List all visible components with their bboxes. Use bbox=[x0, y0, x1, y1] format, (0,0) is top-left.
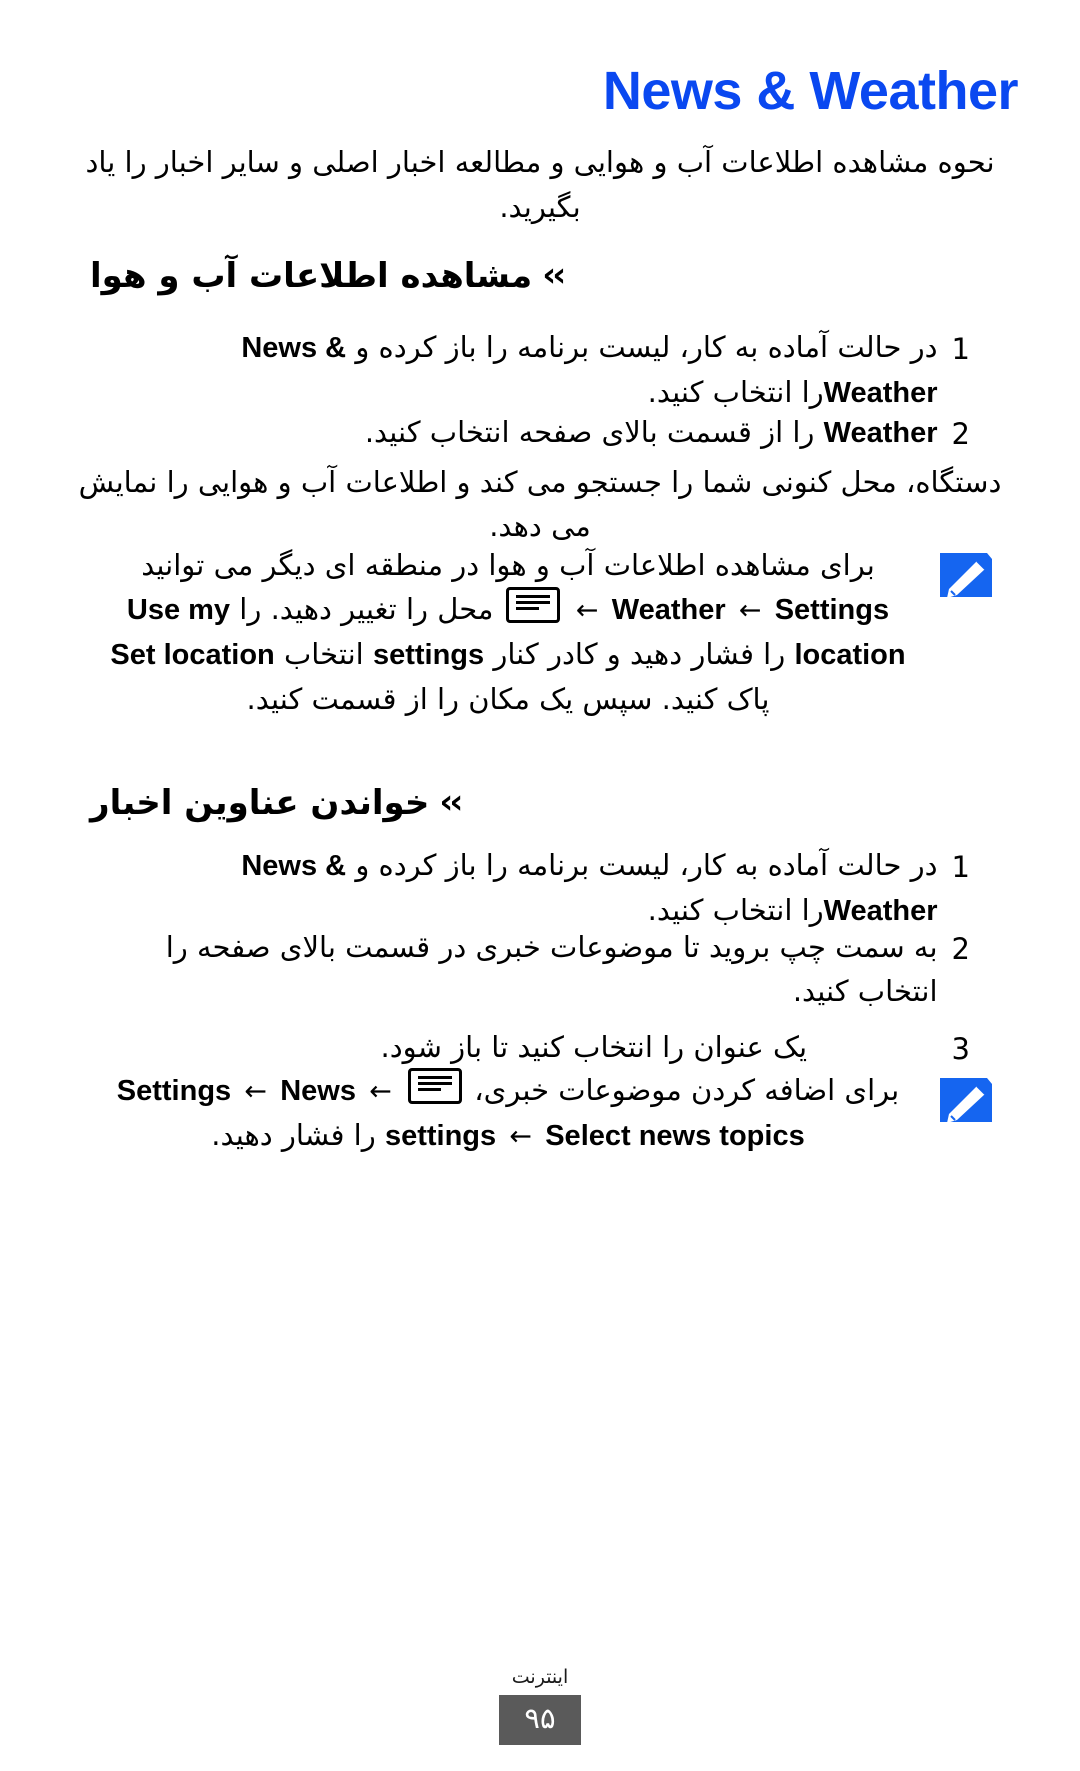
option-set-location: Set location bbox=[110, 639, 275, 672]
arrow-icon: ← bbox=[575, 595, 599, 627]
step-item: 1 در حالت آماده به کار، لیست برنامه را ب… bbox=[180, 843, 970, 933]
menu-item-settings: Settings bbox=[774, 594, 890, 627]
chevron-marker-icon: ›› bbox=[542, 255, 566, 295]
note-text-part: را bbox=[239, 592, 262, 627]
step-text: در حالت آماده به کار، لیست برنامه را باز… bbox=[180, 325, 938, 415]
page-footer: اینترنت ۹۵ bbox=[0, 1666, 1080, 1745]
note-text-part: انتخاب bbox=[283, 637, 364, 672]
page-number-badge: ۹۵ bbox=[499, 1695, 581, 1745]
note-text-part: محل را تغییر دهید. bbox=[270, 592, 494, 627]
section-heading-label: مشاهده اطلاعات آب و هوا bbox=[90, 256, 533, 296]
page-title: News & Weather bbox=[602, 61, 1019, 121]
step-number: 2 bbox=[951, 932, 970, 966]
note-text: برای اضافه کردن موضوعات خبری، ← Settings… bbox=[95, 1068, 921, 1158]
step-text: یک عنوان را انتخاب کنید تا باز شود. bbox=[380, 1030, 808, 1064]
arrow-icon: ← bbox=[244, 1076, 268, 1107]
note-block-news-topics: برای اضافه کردن موضوعات خبری، ← Settings… bbox=[95, 1068, 995, 1158]
step-text-part: در حالت آماده به کار، لیست برنامه را باز… bbox=[355, 330, 938, 364]
step-number: 1 bbox=[951, 332, 970, 366]
note-text-part: برای اضافه کردن موضوعات خبری، bbox=[474, 1073, 900, 1107]
step-item: 3 یک عنوان را انتخاب کنید تا باز شود. bbox=[250, 1025, 970, 1071]
note-text-part: را فشار دهید و کادر کنار bbox=[493, 637, 786, 672]
step-number: 3 bbox=[951, 1032, 970, 1066]
note-text-part: کنید. bbox=[246, 682, 303, 717]
note-text: برای مشاهده اطلاعات آب و هوا در منطقه ای… bbox=[95, 543, 921, 721]
note-pen-icon bbox=[937, 549, 995, 601]
arrow-icon: ← bbox=[509, 1121, 532, 1153]
step-text-part: را انتخاب کنید. bbox=[647, 893, 824, 928]
footer-chapter-label: اینترنت bbox=[511, 1666, 569, 1688]
menu-item-select-news-topics: Select news topics bbox=[545, 1120, 805, 1153]
step-text: در حالت آماده به کار، لیست برنامه را باز… bbox=[180, 843, 938, 933]
note-text-part: را فشار دهید. bbox=[211, 1118, 376, 1153]
section-heading-label: خواندن عناوین اخبار bbox=[90, 783, 430, 823]
step-text: به سمت چپ بروید تا موضوعات خبری در قسمت … bbox=[165, 930, 938, 1009]
arrow-icon: ← bbox=[738, 595, 762, 627]
step-text-part: در حالت آماده به کار، لیست برنامه را باز… bbox=[355, 848, 938, 882]
manual-page: News & Weather نحوه مشاهده اطلاعات آب و … bbox=[0, 0, 1080, 1771]
step-text-part: را انتخاب کنید. bbox=[647, 375, 824, 410]
tab-name-weather: Weather bbox=[823, 417, 938, 449]
step-number: 2 bbox=[951, 417, 970, 451]
step-item: 2 به سمت چپ بروید تا موضوعات خبری در قسم… bbox=[85, 925, 970, 1013]
section-heading-read-news: ›› خواندن عناوین اخبار bbox=[90, 782, 995, 823]
chevron-marker-icon: ›› bbox=[439, 782, 463, 822]
step-number: 1 bbox=[951, 850, 970, 884]
arrow-icon: ← bbox=[369, 1076, 392, 1107]
note-pen-icon bbox=[937, 1074, 995, 1126]
step-text-part: را از قسمت بالای صفحه انتخاب کنید. bbox=[364, 415, 815, 449]
intro-paragraph: نحوه مشاهده اطلاعات آب و هوایی و مطالعه … bbox=[85, 145, 995, 224]
note-block-weather-location: برای مشاهده اطلاعات آب و هوا در منطقه ای… bbox=[95, 543, 995, 721]
note-text-part: برای مشاهده اطلاعات آب و هوا در منطقه ای… bbox=[141, 548, 875, 582]
tab-name-weather: Weather bbox=[611, 594, 726, 627]
step-text: Weather را از قسمت بالای صفحه انتخاب کنی… bbox=[240, 410, 938, 455]
menu-key-icon bbox=[408, 1068, 463, 1104]
section-heading-view-weather: ›› مشاهده اطلاعات آب و هوا bbox=[90, 255, 995, 296]
weather-description-paragraph: دستگاه، محل کنونی شما را جستجو می کند و … bbox=[78, 465, 1002, 544]
menu-key-icon bbox=[505, 587, 560, 624]
step-item: 2 Weather را از قسمت بالای صفحه انتخاب ک… bbox=[240, 410, 970, 456]
note-text-part: پاک کنید. سپس یک مکان را از قسمت bbox=[311, 682, 770, 717]
menu-item-settings-lower: settings bbox=[372, 639, 485, 672]
menu-item-settings: Settings bbox=[116, 1075, 232, 1107]
step-item: 1 در حالت آماده به کار، لیست برنامه را ب… bbox=[180, 325, 970, 415]
